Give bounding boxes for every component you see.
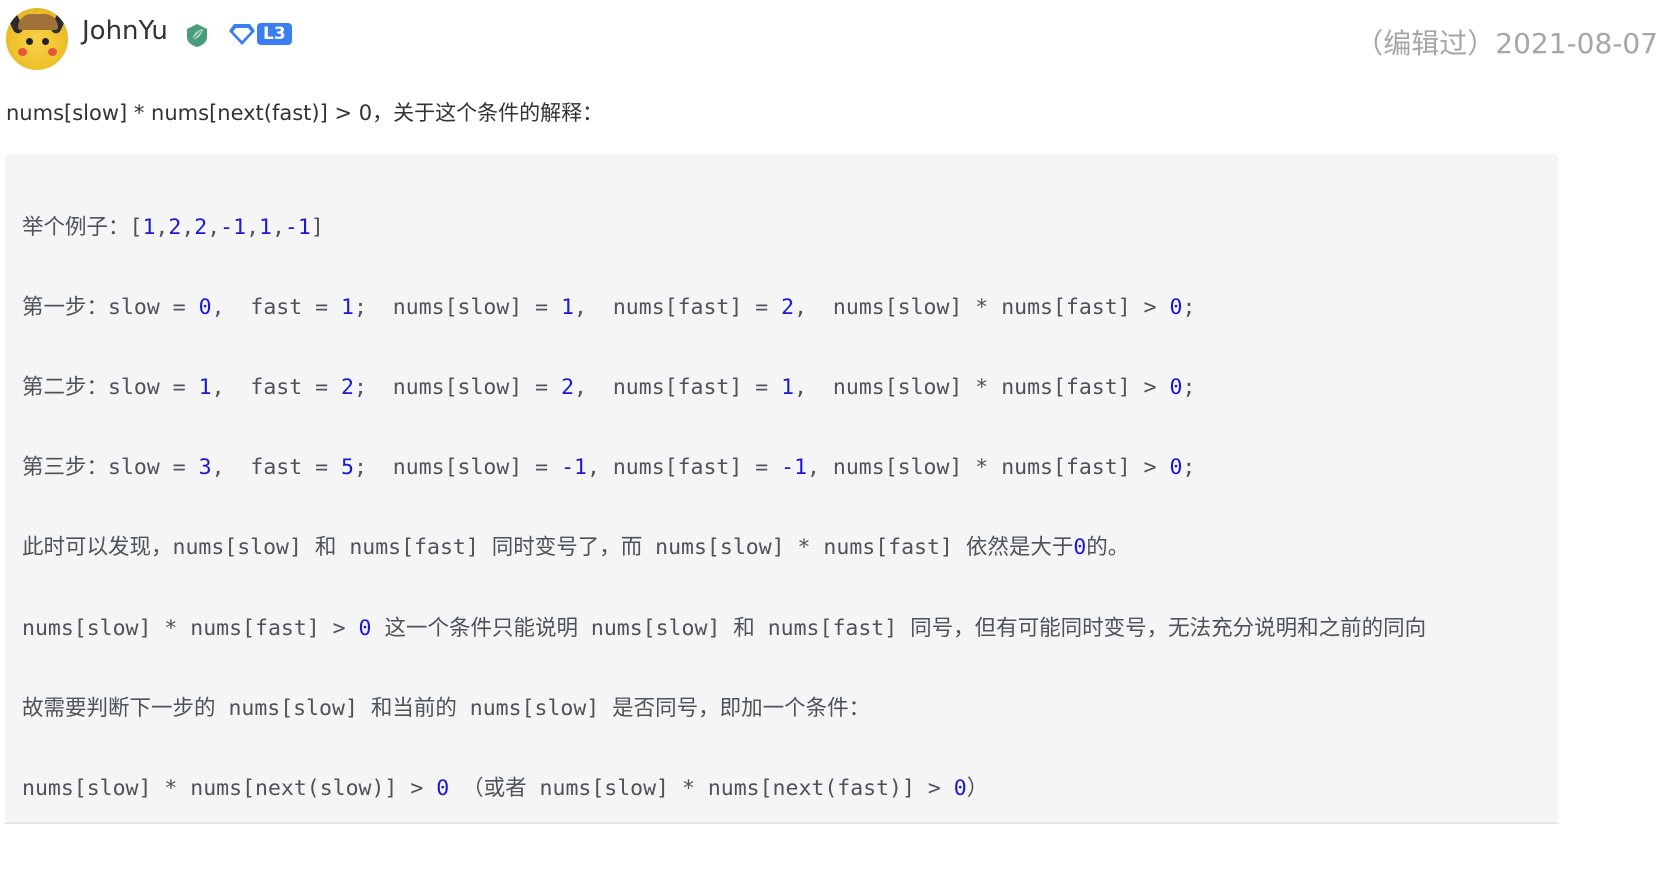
leaf-badge-icon bbox=[184, 22, 210, 48]
code-line: 第一步：slow = 0, fast = 1; nums[slow] = 1, … bbox=[22, 295, 1196, 320]
code-line: 第三步：slow = 3, fast = 5; nums[slow] = -1,… bbox=[22, 455, 1196, 480]
level-badge: L3 bbox=[228, 21, 292, 47]
level-label: L3 bbox=[257, 23, 292, 45]
comment-intro: nums[slow] * nums[next(fast)] > 0，关于这个条件… bbox=[6, 101, 604, 125]
code-line: 此时可以发现，nums[slow] 和 nums[fast] 同时变号了，而 n… bbox=[22, 535, 1130, 560]
divider bbox=[5, 822, 1558, 824]
code-line: 故需要判断下一步的 nums[slow] 和当前的 nums[slow] 是否同… bbox=[22, 696, 871, 721]
user-avatar[interactable] bbox=[6, 8, 68, 70]
code-line: 举个例子：[1,2,2,-1,1,-1] bbox=[22, 215, 324, 240]
code-block: 举个例子：[1,2,2,-1,1,-1] 第一步：slow = 0, fast … bbox=[5, 154, 1558, 822]
code-line: 第二步：slow = 1, fast = 2; nums[slow] = 2, … bbox=[22, 375, 1196, 400]
author-name[interactable]: JohnYu bbox=[82, 16, 168, 46]
diamond-icon bbox=[229, 24, 255, 45]
edited-timestamp: （编辑过）2021-08-07 bbox=[1355, 27, 1658, 60]
code-line: nums[slow] * nums[fast] > 0 这一个条件只能说明 nu… bbox=[22, 616, 1427, 641]
code-line: nums[slow] * nums[next(slow)] > 0 （或者 nu… bbox=[22, 776, 989, 801]
comment-header: JohnYu L3 （编辑过）2021-08-07 bbox=[0, 0, 1678, 80]
